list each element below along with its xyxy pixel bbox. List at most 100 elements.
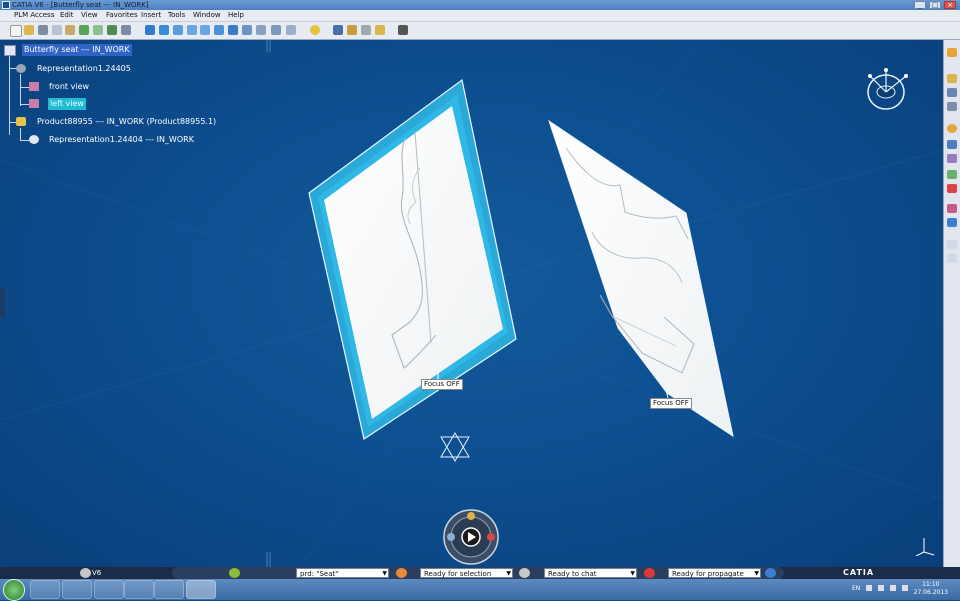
menu-window[interactable]: Window: [193, 10, 221, 21]
tool-icon[interactable]: [947, 204, 957, 213]
tree-root-icon[interactable]: [4, 45, 16, 56]
ruler-icon[interactable]: [347, 25, 357, 35]
undo-icon[interactable]: [79, 25, 89, 35]
left-view-plane[interactable]: [308, 78, 517, 440]
tree-node-left-view[interactable]: left view: [48, 98, 86, 110]
whats-this-icon[interactable]: [121, 25, 131, 35]
hide-show-icon[interactable]: [271, 25, 281, 35]
tool-icon[interactable]: [947, 102, 957, 111]
minimize-button[interactable]: _: [914, 1, 926, 9]
close-button[interactable]: ×: [944, 1, 956, 9]
play-wheel-widget[interactable]: [442, 508, 500, 566]
rotate-icon[interactable]: [173, 25, 183, 35]
info-icon[interactable]: [765, 568, 776, 578]
paint-icon[interactable]: [375, 25, 385, 35]
tool-icon[interactable]: [947, 140, 957, 149]
skype-icon[interactable]: [154, 580, 184, 599]
windows-taskbar: EN 11:10 27.06.2013: [0, 579, 960, 601]
search-input[interactable]: prd: "Seat" ▼: [296, 568, 389, 578]
users-icon[interactable]: [467, 512, 475, 520]
selection-icon[interactable]: [396, 568, 407, 578]
window-title: CATIA V6 - [Butterfly seat --- IN_WORK]: [12, 1, 149, 9]
copy-icon[interactable]: [52, 25, 62, 35]
compass-tool-icon[interactable]: [947, 48, 957, 57]
tray-icon[interactable]: [878, 585, 884, 591]
fit-all-icon[interactable]: [145, 25, 155, 35]
tool-icon[interactable]: [947, 170, 957, 179]
measure-icon[interactable]: [333, 25, 343, 35]
image-plane-icon[interactable]: [29, 99, 39, 108]
network-icon[interactable]: [890, 585, 896, 591]
tool-icon[interactable]: [947, 218, 957, 227]
zoom-out-icon[interactable]: [200, 25, 210, 35]
open-icon[interactable]: [24, 25, 34, 35]
image-plane-icon[interactable]: [29, 82, 39, 91]
product-icon[interactable]: [16, 117, 26, 126]
lock-icon[interactable]: [361, 25, 371, 35]
tree-node-product[interactable]: Product88955 --- IN_WORK (Product88955.1…: [37, 116, 216, 128]
menu-insert[interactable]: Insert: [141, 10, 161, 21]
iso-view-icon[interactable]: [228, 25, 238, 35]
tree-node-front-view[interactable]: front view: [49, 81, 89, 93]
chat-icon[interactable]: [519, 568, 530, 578]
star-of-david-marker: [440, 432, 470, 462]
language-indicator[interactable]: EN: [852, 585, 860, 592]
front-view-plane[interactable]: [548, 119, 734, 438]
tool-icon[interactable]: [947, 254, 957, 263]
tool-icon[interactable]: [947, 154, 957, 163]
propagate-icon[interactable]: [644, 568, 655, 578]
catia-taskbar-icon[interactable]: [186, 580, 216, 599]
file-explorer-icon[interactable]: [62, 580, 92, 599]
redo-icon[interactable]: [93, 25, 103, 35]
v6-compass-icon[interactable]: [80, 568, 91, 578]
paste-icon[interactable]: [65, 25, 75, 35]
pan-icon[interactable]: [159, 25, 169, 35]
zoom-in-icon[interactable]: [187, 25, 197, 35]
representation-icon[interactable]: [16, 64, 26, 73]
tool-icon[interactable]: [947, 240, 957, 249]
refresh-icon[interactable]: [107, 25, 117, 35]
material-icon[interactable]: [310, 25, 320, 35]
tool-icon[interactable]: [947, 74, 957, 83]
chrome-icon[interactable]: [124, 580, 154, 599]
menu-edit[interactable]: Edit: [60, 10, 74, 21]
view-icon[interactable]: [447, 533, 455, 541]
camera-icon[interactable]: [398, 25, 408, 35]
catia-app-icon: [2, 1, 10, 9]
media-player-icon[interactable]: [94, 580, 124, 599]
menu-favorites[interactable]: Favorites: [106, 10, 138, 21]
tray-icon[interactable]: [866, 585, 872, 591]
tree-node-root[interactable]: Butterfly seat --- IN_WORK: [22, 44, 132, 56]
tool-icon[interactable]: [947, 88, 957, 97]
title-bar: CATIA V6 - [Butterfly seat --- IN_WORK] …: [0, 0, 960, 10]
volume-icon[interactable]: [902, 585, 908, 591]
menu-plm-access[interactable]: PLM Access: [14, 10, 54, 21]
share-icon[interactable]: [487, 533, 495, 541]
chevron-down-icon: ▼: [506, 570, 511, 577]
compass-icon[interactable]: [862, 66, 914, 114]
swap-visible-icon[interactable]: [286, 25, 296, 35]
propagate-status[interactable]: Ready for propagate ▼: [668, 568, 761, 578]
new-icon[interactable]: [10, 25, 22, 37]
tree-node-representation2[interactable]: Representation1.24404 --- IN_WORK: [49, 134, 194, 146]
chat-status[interactable]: Ready to chat ▼: [544, 568, 637, 578]
menu-tools[interactable]: Tools: [168, 10, 185, 21]
windows-start-icon[interactable]: [3, 579, 25, 601]
menu-help[interactable]: Help: [228, 10, 244, 21]
multi-view-icon[interactable]: [242, 25, 252, 35]
internet-explorer-icon[interactable]: [30, 580, 60, 599]
tool-icon[interactable]: [947, 124, 957, 133]
search-icon[interactable]: [229, 568, 240, 578]
3d-viewport[interactable]: Butterfly seat --- IN_WORK Representatio…: [0, 40, 943, 567]
menu-view[interactable]: View: [81, 10, 98, 21]
cut-icon[interactable]: [38, 25, 48, 35]
selection-status[interactable]: Ready for selection ▼: [420, 568, 513, 578]
tree-node-representation[interactable]: Representation1.24405: [37, 63, 131, 75]
representation-icon[interactable]: [29, 135, 39, 144]
left-dock-tab[interactable]: [0, 288, 5, 318]
tool-icon[interactable]: [947, 184, 957, 193]
taskbar-clock[interactable]: 11:10 27.06.2013: [914, 581, 948, 597]
maximize-button[interactable]: □: [929, 1, 941, 9]
normal-view-icon[interactable]: [214, 25, 224, 35]
shading-icon[interactable]: [256, 25, 266, 35]
